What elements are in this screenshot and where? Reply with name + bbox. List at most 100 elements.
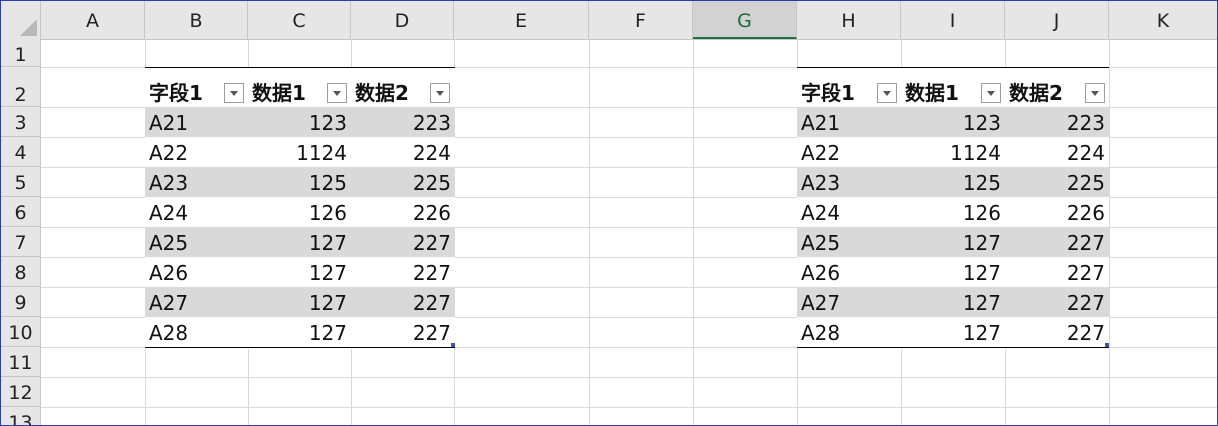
- data-table-right[interactable]: 字段1 数据1 数据2 A21 123 223 A22 1124 224 A23…: [797, 67, 1109, 349]
- table-row: A24 126 226: [145, 197, 455, 227]
- table-cell[interactable]: 127: [901, 257, 1005, 287]
- table-cell[interactable]: 125: [248, 167, 351, 197]
- table-cell[interactable]: 1124: [901, 137, 1005, 167]
- row-header-1[interactable]: 1: [1, 39, 41, 67]
- column-header-b[interactable]: B: [145, 1, 248, 39]
- table-cell[interactable]: 127: [248, 257, 351, 287]
- select-all-corner[interactable]: [1, 1, 41, 39]
- column-header-a[interactable]: A: [41, 1, 145, 39]
- table-cell[interactable]: 225: [1005, 167, 1109, 197]
- column-header-i[interactable]: I: [901, 1, 1005, 39]
- row-header-5[interactable]: 5: [1, 167, 41, 197]
- table-cell[interactable]: A22: [797, 137, 901, 167]
- table-cell[interactable]: 227: [1005, 287, 1109, 317]
- row-header-10[interactable]: 10: [1, 317, 41, 347]
- table-cell[interactable]: A27: [145, 287, 248, 317]
- row-header-2[interactable]: 2: [1, 67, 41, 107]
- table-cell[interactable]: 125: [901, 167, 1005, 197]
- table-resize-handle[interactable]: [451, 343, 455, 347]
- column-header-k[interactable]: K: [1109, 1, 1217, 39]
- row-header-9[interactable]: 9: [1, 287, 41, 317]
- column-header-e[interactable]: E: [454, 1, 589, 39]
- table-cell[interactable]: 127: [248, 287, 351, 317]
- table-cell[interactable]: A24: [797, 197, 901, 227]
- table-cell[interactable]: 126: [248, 197, 351, 227]
- table-row: A23 125 225: [145, 167, 455, 197]
- table-row: A27 127 227: [145, 287, 455, 317]
- filter-dropdown-button[interactable]: [981, 83, 1001, 103]
- table-cell[interactable]: 123: [901, 107, 1005, 137]
- table-row: A23 125 225: [797, 167, 1109, 197]
- table-cell[interactable]: A26: [145, 257, 248, 287]
- table-cell[interactable]: A25: [797, 227, 901, 257]
- table-cell[interactable]: 123: [248, 107, 351, 137]
- table-cell[interactable]: A21: [797, 107, 901, 137]
- filter-dropdown-button[interactable]: [1085, 83, 1105, 103]
- gridline: [41, 377, 1217, 378]
- table-cell[interactable]: 127: [248, 317, 351, 347]
- table-cell[interactable]: A25: [145, 227, 248, 257]
- table-row: A24 126 226: [797, 197, 1109, 227]
- table-cell[interactable]: 226: [351, 197, 455, 227]
- row-header-6[interactable]: 6: [1, 197, 41, 227]
- table-cell[interactable]: 227: [351, 287, 455, 317]
- gridline: [41, 407, 1217, 408]
- table-cell[interactable]: 127: [901, 317, 1005, 347]
- table-cell[interactable]: 223: [351, 107, 455, 137]
- table-cell[interactable]: 127: [248, 227, 351, 257]
- table-cell[interactable]: A27: [797, 287, 901, 317]
- row-header-12[interactable]: 12: [1, 377, 41, 407]
- table-cell[interactable]: 227: [1005, 317, 1109, 347]
- table-header-row: 字段1 数据1 数据2: [145, 77, 455, 107]
- row-header-13[interactable]: 13: [1, 407, 41, 425]
- row-header-4[interactable]: 4: [1, 137, 41, 167]
- table-cell[interactable]: A26: [797, 257, 901, 287]
- filter-dropdown-button[interactable]: [327, 83, 347, 103]
- table-row: A26 127 227: [145, 257, 455, 287]
- gridline: [589, 39, 590, 425]
- table-cell[interactable]: A23: [797, 167, 901, 197]
- table-cell[interactable]: 226: [1005, 197, 1109, 227]
- table-row: A25 127 227: [797, 227, 1109, 257]
- row-header-3[interactable]: 3: [1, 107, 41, 137]
- row-header-11[interactable]: 11: [1, 347, 41, 377]
- column-header-c[interactable]: C: [248, 1, 351, 39]
- column-header-d[interactable]: D: [351, 1, 454, 39]
- filter-dropdown-button[interactable]: [224, 83, 244, 103]
- column-header-h[interactable]: H: [797, 1, 901, 39]
- table-cell[interactable]: A28: [145, 317, 248, 347]
- table-cell[interactable]: 227: [1005, 257, 1109, 287]
- table-cell[interactable]: 126: [901, 197, 1005, 227]
- filter-dropdown-button[interactable]: [877, 83, 897, 103]
- table-cell[interactable]: A23: [145, 167, 248, 197]
- table-cell[interactable]: 127: [901, 287, 1005, 317]
- table-cell[interactable]: A22: [145, 137, 248, 167]
- table-cell[interactable]: 1124: [248, 137, 351, 167]
- filter-dropdown-button[interactable]: [430, 83, 450, 103]
- table-row: A22 1124 224: [797, 137, 1109, 167]
- gridline: [693, 39, 694, 425]
- table-cell[interactable]: A21: [145, 107, 248, 137]
- cell-grid[interactable]: 字段1 数据1 数据2 A21 123 223 A22 1124 224 A23…: [41, 39, 1217, 425]
- column-header-g[interactable]: G: [693, 1, 797, 39]
- table-cell[interactable]: A24: [145, 197, 248, 227]
- row-header-7[interactable]: 7: [1, 227, 41, 257]
- table-cell[interactable]: 225: [351, 167, 455, 197]
- chevron-down-icon: [1091, 91, 1099, 96]
- table-cell[interactable]: 127: [901, 227, 1005, 257]
- table-bottom-border: [797, 347, 1109, 348]
- table-cell[interactable]: A28: [797, 317, 901, 347]
- column-header-f[interactable]: F: [589, 1, 693, 39]
- data-table-left[interactable]: 字段1 数据1 数据2 A21 123 223 A22 1124 224 A23…: [145, 67, 455, 349]
- column-header-j[interactable]: J: [1005, 1, 1109, 39]
- table-cell[interactable]: 227: [1005, 227, 1109, 257]
- table-resize-handle[interactable]: [1105, 343, 1109, 347]
- table-cell[interactable]: 227: [351, 317, 455, 347]
- row-header-8[interactable]: 8: [1, 257, 41, 287]
- table-cell[interactable]: 227: [351, 227, 455, 257]
- table-cell[interactable]: 224: [351, 137, 455, 167]
- table-row: A25 127 227: [145, 227, 455, 257]
- table-cell[interactable]: 227: [351, 257, 455, 287]
- table-cell[interactable]: 224: [1005, 137, 1109, 167]
- table-cell[interactable]: 223: [1005, 107, 1109, 137]
